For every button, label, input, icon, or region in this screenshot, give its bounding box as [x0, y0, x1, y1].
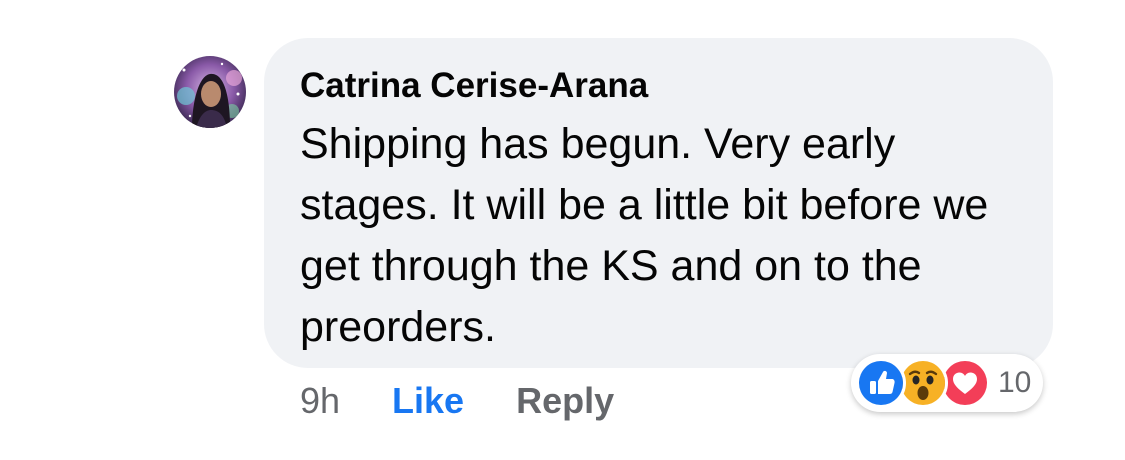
comment-author-name[interactable]: Catrina Cerise-Arana: [300, 64, 1017, 108]
avatar-image: [174, 56, 246, 128]
reaction-count: 10: [998, 366, 1032, 399]
comment: Catrina Cerise-Arana Shipping has begun.…: [0, 0, 1125, 460]
comment-text: Shipping has begun. Very early stages. I…: [300, 120, 989, 351]
reactions-summary[interactable]: 10: [851, 354, 1044, 412]
like-icon: [856, 358, 906, 408]
comment-timestamp[interactable]: 9h: [300, 378, 340, 424]
author-avatar[interactable]: [174, 56, 246, 128]
comment-bubble: Catrina Cerise-Arana Shipping has begun.…: [264, 38, 1053, 368]
like-button[interactable]: Like: [392, 378, 464, 424]
comment-actions: 9h Like Reply: [300, 378, 614, 424]
reply-button[interactable]: Reply: [516, 378, 614, 424]
